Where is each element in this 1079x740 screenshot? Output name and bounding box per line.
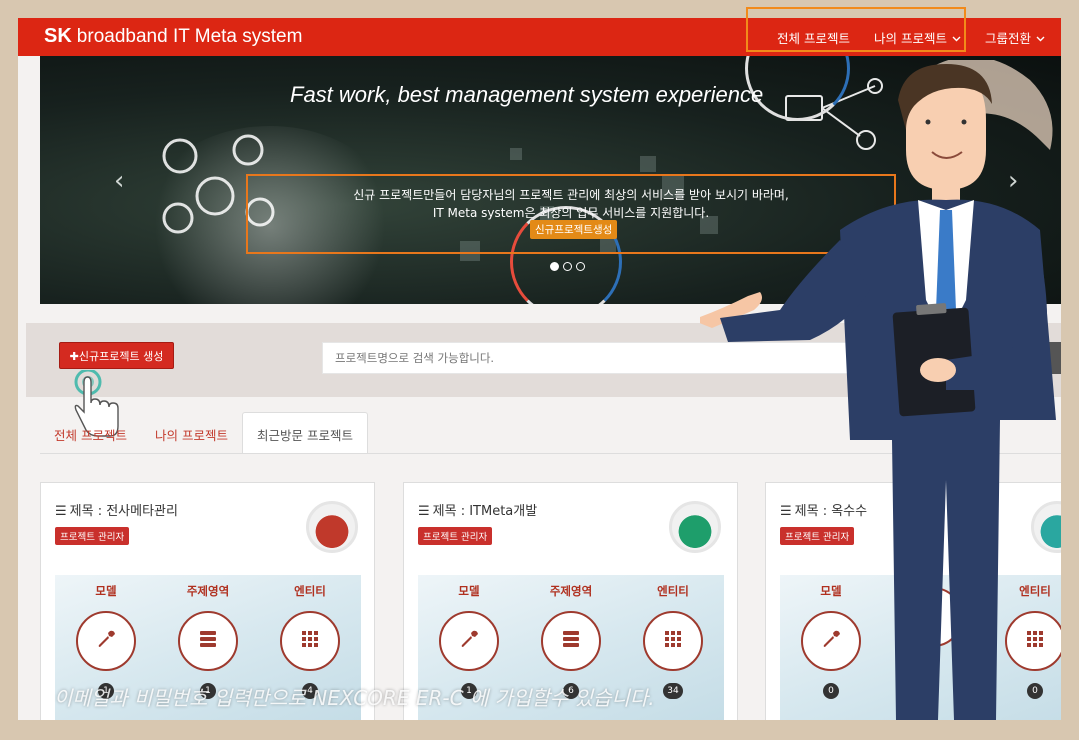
stat-button[interactable] bbox=[76, 611, 136, 671]
stat-column: 모델 1 bbox=[55, 575, 157, 699]
wrench-icon bbox=[95, 628, 117, 654]
hero-tile bbox=[510, 148, 522, 160]
nav-group-switch-label: 그룹전환 bbox=[984, 30, 1031, 46]
stat-count: 34 bbox=[663, 683, 683, 699]
stat-button[interactable] bbox=[541, 611, 601, 671]
project-tabs: 전체 프로젝트 나의 프로젝트 최근방문 프로젝트 bbox=[40, 412, 368, 454]
menu-icon: ☰ bbox=[55, 504, 67, 519]
grid-icon bbox=[299, 628, 321, 654]
stat-column: 주제영역 1 bbox=[157, 575, 259, 699]
nav-group-switch[interactable]: 그룹전환 bbox=[985, 28, 1045, 47]
grid-icon bbox=[662, 628, 684, 654]
stat-button[interactable] bbox=[643, 611, 703, 671]
card-title[interactable]: ☰ 제목 : ITMeta개발 bbox=[418, 500, 537, 519]
carousel-indicators bbox=[550, 262, 585, 271]
card-title[interactable]: ☰ 제목 : 전사메타관리 bbox=[55, 500, 178, 519]
tab-all-projects[interactable]: 전체 프로젝트 bbox=[40, 413, 141, 454]
nav-highlight-box bbox=[746, 7, 966, 52]
wrench-icon bbox=[458, 628, 480, 654]
tab-recent-projects[interactable]: 최근방문 프로젝트 bbox=[241, 412, 368, 454]
stat-label: 주제영역 bbox=[186, 584, 230, 598]
new-project-button[interactable]: ✚신규프로젝트 생성 bbox=[59, 342, 174, 369]
stat-label: 주제영역 bbox=[549, 584, 593, 598]
role-badge: 프로젝트 관리자 bbox=[55, 527, 130, 545]
server-icon bbox=[560, 628, 582, 654]
stat-column: 엔티티 4 bbox=[259, 575, 361, 699]
video-caption: 이메일과 비밀번호 입력만으로 NEXCORE ER-C 에 가입할수 있습니다… bbox=[54, 686, 655, 710]
carousel-dot[interactable] bbox=[563, 262, 572, 271]
carousel-dot[interactable] bbox=[550, 262, 559, 271]
stat-button[interactable] bbox=[178, 611, 238, 671]
project-thumbnail[interactable] bbox=[306, 501, 358, 553]
hero-create-project-button[interactable]: 신규프로젝트생성 bbox=[530, 220, 618, 239]
hero-title: Fast work, best management system experi… bbox=[290, 82, 764, 107]
stat-button[interactable] bbox=[280, 611, 340, 671]
tab-my-projects[interactable]: 나의 프로젝트 bbox=[141, 413, 242, 454]
stat-column: 모델 1 bbox=[418, 575, 520, 699]
brand-logo[interactable]: SK broadband IT Meta system bbox=[44, 24, 302, 49]
stat-label: 엔티티 bbox=[294, 584, 326, 598]
stat-column: 주제영역 6 bbox=[520, 575, 622, 699]
chevron-down-icon bbox=[1036, 30, 1045, 45]
stat-button[interactable] bbox=[439, 611, 499, 671]
carousel-prev-icon[interactable]: ‹ bbox=[114, 166, 124, 196]
card-title-text: 제목 : 전사메타관리 bbox=[69, 504, 178, 519]
hero-tile bbox=[640, 156, 656, 172]
role-badge: 프로젝트 관리자 bbox=[418, 527, 493, 545]
menu-icon: ☰ bbox=[418, 504, 430, 519]
presenter-illustration bbox=[700, 60, 1056, 720]
logo-text: broadband IT Meta system bbox=[76, 26, 303, 47]
stat-label: 모델 bbox=[95, 584, 117, 598]
logo-sk: SK bbox=[44, 25, 72, 47]
stat-label: 모델 bbox=[458, 584, 480, 598]
server-icon bbox=[197, 628, 219, 654]
card-title-text: 제목 : ITMeta개발 bbox=[432, 504, 538, 519]
carousel-dot[interactable] bbox=[576, 262, 585, 271]
